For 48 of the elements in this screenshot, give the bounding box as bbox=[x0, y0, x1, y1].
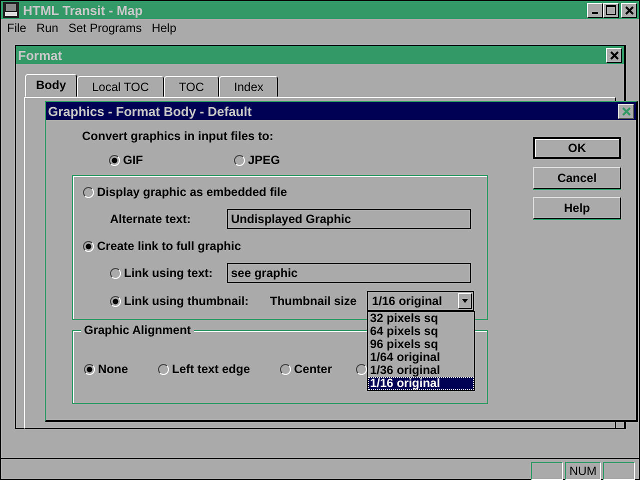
display-radio[interactable]: Create link to full graphic bbox=[83, 233, 487, 259]
alternate-text-label: Alternate text: bbox=[110, 212, 192, 226]
dropdown-option[interactable]: 1/36 original bbox=[368, 364, 474, 377]
format-radio[interactable]: GIF bbox=[109, 153, 234, 167]
thumbnail-size-dropdown[interactable]: 1/16 original bbox=[367, 291, 474, 311]
alignment-radio[interactable]: None bbox=[84, 362, 140, 376]
close-icon bbox=[624, 6, 634, 14]
tab[interactable]: TOC bbox=[164, 76, 220, 97]
convert-label: Convert graphics in input files to: bbox=[81, 129, 274, 143]
link-text-field[interactable]: see graphic bbox=[227, 263, 471, 283]
close-button[interactable] bbox=[618, 104, 634, 118]
alignment-radio[interactable] bbox=[356, 364, 367, 374]
group-title: Graphic Alignment bbox=[81, 323, 194, 337]
dropdown-option[interactable]: 1/64 original bbox=[368, 351, 474, 364]
alignment-radio[interactable]: Left text edge bbox=[158, 362, 262, 376]
dropdown-option[interactable]: 64 pixels sq bbox=[368, 325, 474, 338]
num-lock-indicator: NUM bbox=[565, 462, 601, 480]
format-radio[interactable]: JPEG bbox=[234, 153, 359, 167]
dialog-title: Format bbox=[18, 48, 64, 62]
close-icon bbox=[610, 50, 618, 60]
maximize-button[interactable] bbox=[603, 2, 619, 18]
alignment-radio[interactable]: Center bbox=[280, 362, 338, 376]
tab[interactable]: Local TOC bbox=[77, 76, 164, 97]
menu-item[interactable]: File bbox=[7, 21, 26, 37]
dialog-button[interactable]: Cancel bbox=[533, 167, 621, 189]
maximize-icon bbox=[606, 5, 616, 15]
dialog-title: Graphics - Format Body - Default bbox=[48, 104, 253, 118]
thumbnail-size-label: Thumbnail size bbox=[270, 294, 358, 308]
link-radio[interactable]: Link using thumbnail: bbox=[110, 294, 270, 308]
menu-item[interactable]: Help bbox=[152, 21, 176, 37]
menu-item[interactable]: Run bbox=[36, 21, 58, 37]
app-icon bbox=[3, 2, 19, 18]
alternate-text-field[interactable]: Undisplayed Graphic bbox=[227, 209, 471, 229]
dropdown-option[interactable]: 32 pixels sq bbox=[368, 312, 474, 325]
display-radio[interactable]: Display graphic as embedded file bbox=[83, 179, 487, 205]
window-title: HTML Transit - Map bbox=[23, 2, 144, 18]
status-panel bbox=[603, 462, 635, 480]
dropdown-option[interactable]: 96 pixels sq bbox=[368, 338, 474, 351]
dialog-button[interactable]: Help bbox=[533, 197, 621, 219]
dropdown-option[interactable]: 1/16 original bbox=[368, 377, 474, 390]
tab[interactable]: Body bbox=[25, 74, 77, 97]
menu-item[interactable]: Set Programs bbox=[68, 21, 142, 37]
link-radio[interactable]: Link using text: bbox=[110, 266, 227, 280]
close-icon bbox=[622, 106, 630, 116]
tab[interactable]: Index bbox=[219, 76, 278, 97]
minimize-button[interactable] bbox=[587, 2, 603, 18]
dialog-button[interactable]: OK bbox=[533, 137, 621, 159]
status-panel bbox=[531, 462, 563, 480]
